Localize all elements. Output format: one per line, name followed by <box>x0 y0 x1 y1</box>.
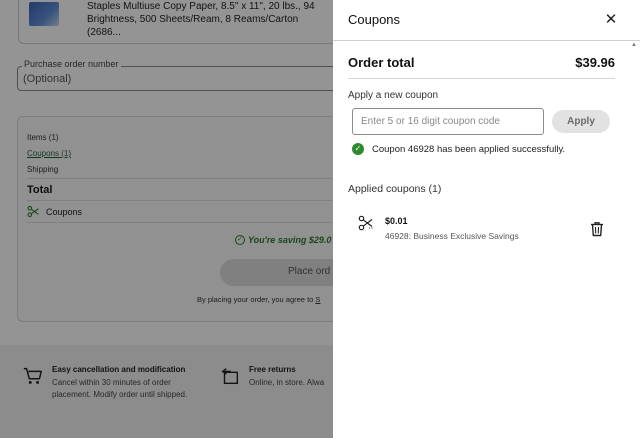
success-text: Coupon 46928 has been applied successful… <box>372 143 566 155</box>
close-button[interactable]: ✕ <box>601 10 621 30</box>
coupon-amount: $0.01 <box>385 216 408 226</box>
coupon-success-message: ✓ Coupon 46928 has been applied successf… <box>352 143 565 155</box>
check-circle-icon: ✓ <box>352 143 364 155</box>
apply-coupon-heading: Apply a new coupon <box>348 90 439 101</box>
trash-icon[interactable] <box>590 221 604 237</box>
close-icon: ✕ <box>604 11 618 28</box>
order-total-label: Order total <box>348 55 415 70</box>
coupons-drawer: Coupons ✕ ▲ Order total $39.96 Apply a n… <box>333 0 640 438</box>
applied-coupon-item: $0.01 46928: Business Exclusive Savings <box>348 212 618 244</box>
order-total-value: $39.96 <box>575 55 615 70</box>
coupon-description: 46928: Business Exclusive Savings <box>385 231 519 241</box>
coupon-code-input[interactable] <box>352 108 544 135</box>
order-total-divider <box>348 78 615 79</box>
scissors-icon <box>358 215 373 231</box>
applied-coupons-heading: Applied coupons (1) <box>348 183 442 195</box>
scroll-up-arrow[interactable]: ▲ <box>631 42 637 48</box>
drawer-title: Coupons <box>348 12 401 27</box>
apply-coupon-button[interactable]: Apply <box>552 110 610 133</box>
header-divider <box>333 40 640 41</box>
